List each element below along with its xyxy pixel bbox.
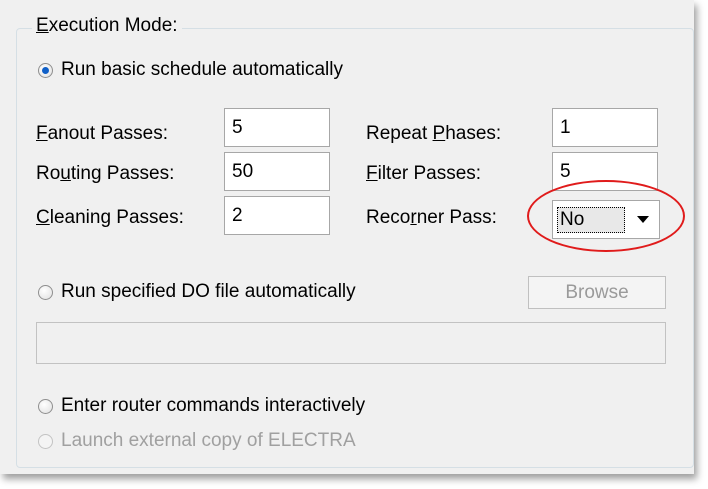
cleaning-passes-label: Cleaning Passes: [36,207,184,228]
highlight-circle [527,180,685,252]
repeat-phases-label: Repeat Phases: [366,123,502,144]
fanout-passes-label: Fanout Passes: [36,123,169,144]
launch-external-label: Launch external copy of ELECTRA [61,430,356,451]
radio-button-icon [38,433,53,449]
run-basic-schedule-label: Run basic schedule automatically [61,59,343,80]
run-basic-schedule-option[interactable]: Run basic schedule automatically [38,58,343,82]
interactive-commands-label: Enter router commands interactively [61,395,366,416]
execution-mode-panel: Execution Mode: Run basic schedule autom… [0,0,694,474]
execution-mode-legend: Execution Mode: [32,14,182,38]
routing-passes-label: Routing Passes: [36,163,175,184]
radio-button-icon[interactable] [38,62,53,78]
launch-external-option: Launch external copy of ELECTRA [38,429,356,453]
interactive-commands-option[interactable]: Enter router commands interactively [38,394,365,418]
filter-passes-label: Filter Passes: [366,163,482,184]
run-do-file-option[interactable]: Run specified DO file automatically [38,280,356,304]
run-do-file-label: Run specified DO file automatically [61,281,356,302]
cleaning-passes-input[interactable]: 2 [224,196,330,235]
radio-button-icon[interactable] [38,398,53,414]
repeat-phases-input[interactable]: 1 [552,108,658,147]
routing-passes-input[interactable]: 50 [224,152,330,191]
fanout-passes-input[interactable]: 5 [224,108,330,147]
radio-button-icon[interactable] [38,284,53,300]
browse-button[interactable]: Browse [528,276,666,309]
do-file-path-input[interactable] [36,322,666,364]
recorner-pass-label: Recorner Pass: [366,207,497,228]
